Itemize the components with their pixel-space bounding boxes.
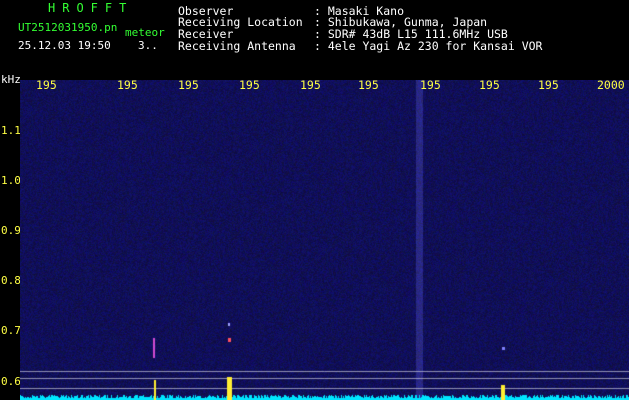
frequency-unit-label: kHz [1, 73, 21, 86]
x-tick-label: 195 [239, 78, 260, 92]
x-tick-label: 195 [178, 78, 199, 92]
x-tick-label: 2000 [597, 78, 625, 92]
y-tick-label: 0.8 [1, 274, 21, 287]
x-tick-label: 195 [420, 78, 441, 92]
x-tick-label: 195 [479, 78, 500, 92]
file-tag: meteor [125, 26, 165, 39]
x-tick-label: 195 [300, 78, 321, 92]
app-logo: HROFFT [48, 1, 134, 15]
y-tick-label: 1.1 [1, 124, 21, 137]
x-tick-label: 195 [358, 78, 379, 92]
file-name: UT2512031950.pn [18, 21, 118, 34]
info-label-antenna: Receiving Antenna [178, 39, 296, 53]
x-tick-label: 195 [117, 78, 138, 92]
x-tick-label: 195 [36, 78, 57, 92]
observation-datetime: 25.12.03 19:50 [18, 39, 111, 52]
x-tick-label: 195 [538, 78, 559, 92]
y-tick-label: 1.0 [1, 174, 21, 187]
y-tick-label: 0.6 [1, 375, 21, 388]
y-tick-label: 0.7 [1, 324, 21, 337]
info-value-antenna: : 4ele Yagi Az 230 for Kansai VOR [314, 39, 543, 53]
spectrogram-canvas [20, 80, 629, 400]
detection-count: 3.. [138, 39, 158, 52]
y-tick-label: 0.9 [1, 224, 21, 237]
hrofft-spectrogram-window: HROFFT UT2512031950.pn meteor 25.12.03 1… [0, 0, 629, 400]
